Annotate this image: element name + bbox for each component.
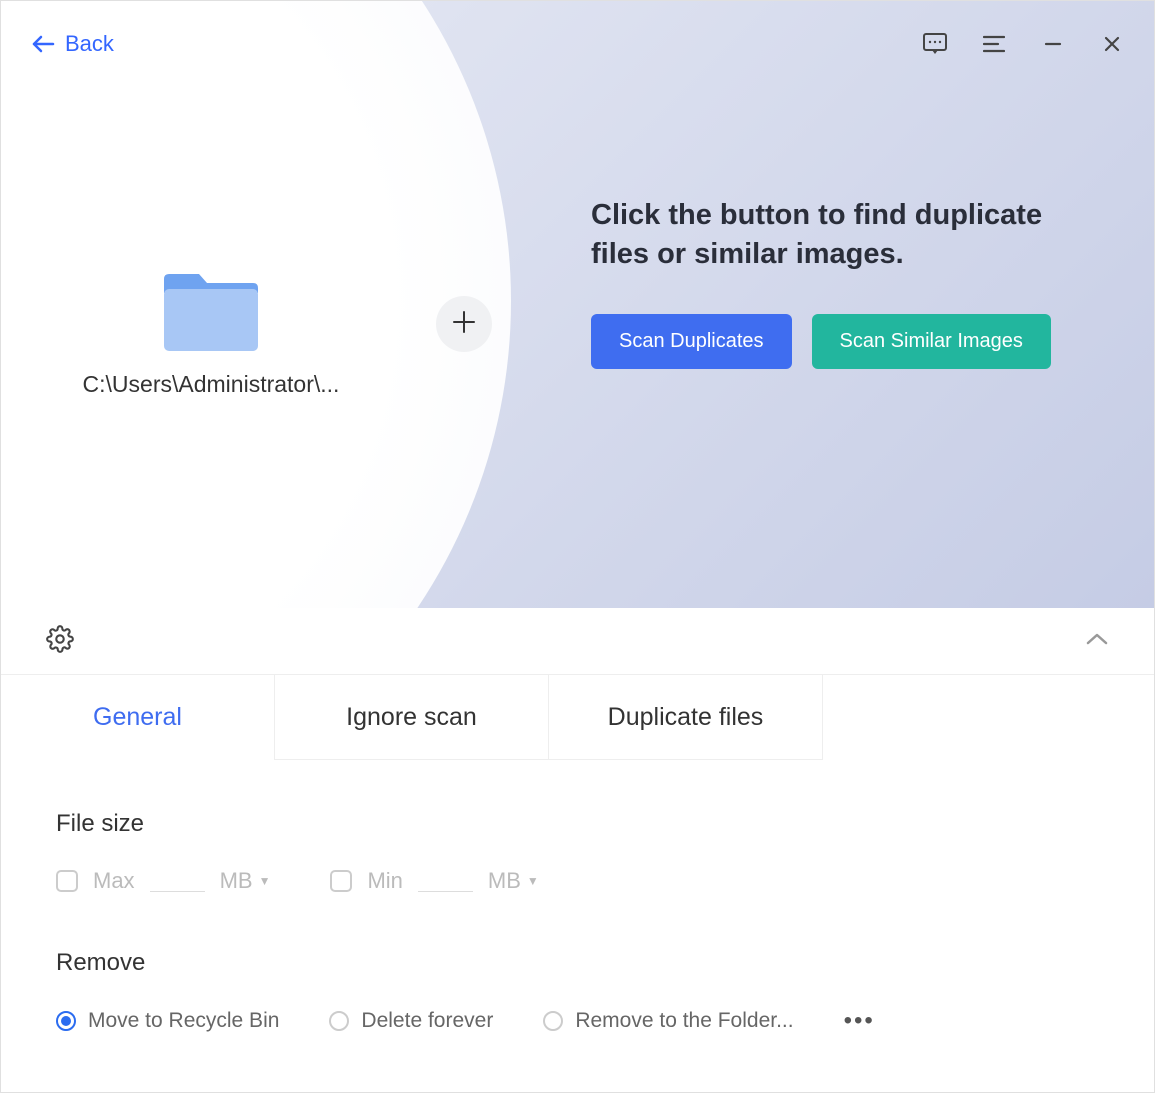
remove-option-folder[interactable]: Remove to the Folder... xyxy=(543,1009,793,1033)
remove-title: Remove xyxy=(56,949,1099,977)
instruction-text: Click the button to find duplicate files… xyxy=(591,196,1101,274)
settings-header xyxy=(1,608,1154,675)
title-bar: Back xyxy=(1,19,1154,69)
remove-option-delete[interactable]: Delete forever xyxy=(329,1009,493,1033)
radio-folder xyxy=(543,1011,563,1031)
plus-icon xyxy=(451,306,477,343)
tab-ignore-scan[interactable]: Ignore scan xyxy=(275,675,549,760)
radio-recycle xyxy=(56,1011,76,1031)
folder-icon xyxy=(161,271,261,356)
radio-delete xyxy=(329,1011,349,1031)
tab-duplicate-files[interactable]: Duplicate files xyxy=(549,675,823,760)
hero-area: Back xyxy=(1,1,1154,608)
scan-duplicates-button[interactable]: Scan Duplicates xyxy=(591,314,792,369)
max-unit-select[interactable]: MB ▼ xyxy=(220,868,271,894)
min-unit-label: MB xyxy=(488,868,521,894)
remove-options-row: Move to Recycle Bin Delete forever Remov… xyxy=(56,1007,1099,1035)
arrow-left-icon xyxy=(31,32,55,56)
scan-similar-images-button[interactable]: Scan Similar Images xyxy=(812,314,1051,369)
radio-recycle-label: Move to Recycle Bin xyxy=(88,1009,279,1033)
gear-icon[interactable] xyxy=(46,625,74,658)
minimize-icon[interactable] xyxy=(1041,32,1065,56)
min-unit-select[interactable]: MB ▼ xyxy=(488,868,539,894)
menu-icon[interactable] xyxy=(982,32,1006,56)
chevron-down-icon: ▼ xyxy=(259,874,271,888)
instruction-area: Click the button to find duplicate files… xyxy=(591,196,1101,369)
min-input[interactable] xyxy=(418,870,473,892)
selected-folder[interactable]: C:\Users\Administrator\... xyxy=(61,271,361,398)
back-label: Back xyxy=(65,31,114,57)
min-checkbox[interactable] xyxy=(330,870,352,892)
radio-delete-label: Delete forever xyxy=(361,1009,493,1033)
remove-option-recycle[interactable]: Move to Recycle Bin xyxy=(56,1009,279,1033)
scan-buttons: Scan Duplicates Scan Similar Images xyxy=(591,314,1101,369)
max-size-item: Max MB ▼ xyxy=(56,868,270,894)
max-unit-label: MB xyxy=(220,868,253,894)
filesize-title: File size xyxy=(56,810,1099,838)
max-checkbox[interactable] xyxy=(56,870,78,892)
radio-folder-label: Remove to the Folder... xyxy=(575,1009,793,1033)
window-controls xyxy=(923,32,1124,56)
tab-general[interactable]: General xyxy=(1,675,275,760)
chevron-up-icon[interactable] xyxy=(1085,632,1109,651)
tab-content-general: File size Max MB ▼ Min MB ▼ Remove Move … xyxy=(1,760,1154,1085)
min-size-item: Min MB ▼ xyxy=(330,868,538,894)
close-icon[interactable] xyxy=(1100,32,1124,56)
more-options-button[interactable]: ••• xyxy=(844,1007,875,1035)
back-button[interactable]: Back xyxy=(31,31,114,57)
feedback-icon[interactable] xyxy=(923,32,947,56)
add-folder-button[interactable] xyxy=(436,296,492,352)
folder-path: C:\Users\Administrator\... xyxy=(61,371,361,398)
tabs-row: General Ignore scan Duplicate files xyxy=(1,675,1154,760)
max-label: Max xyxy=(93,868,135,894)
max-input[interactable] xyxy=(150,870,205,892)
chevron-down-icon: ▼ xyxy=(527,874,539,888)
filesize-row: Max MB ▼ Min MB ▼ xyxy=(56,868,1099,894)
min-label: Min xyxy=(367,868,402,894)
